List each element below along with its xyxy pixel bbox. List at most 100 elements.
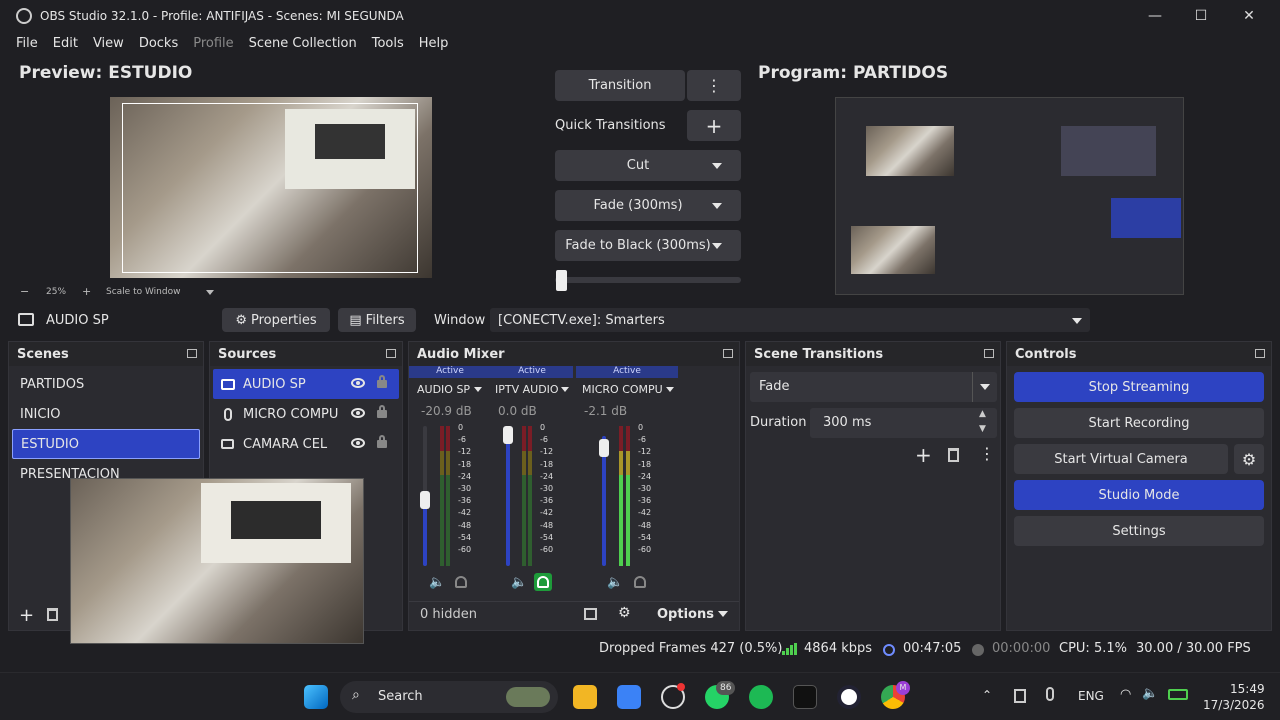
t-bar-handle[interactable]	[556, 270, 567, 291]
speaker-icon[interactable]: 🔈	[429, 575, 445, 590]
lock-icon[interactable]	[377, 405, 387, 418]
lock-icon[interactable]	[377, 435, 387, 448]
search-box[interactable]: ⌕ Search	[340, 681, 558, 713]
eye-icon[interactable]	[351, 438, 365, 448]
chevron-down-icon[interactable]	[206, 290, 214, 295]
minimize-button[interactable]: —	[1132, 0, 1178, 32]
chevron-up-icon[interactable]: ⌃	[982, 688, 992, 702]
scene-item-inicio[interactable]: INICIO	[12, 399, 200, 429]
filters-button[interactable]: ▤ Filters	[338, 308, 416, 332]
wifi-icon[interactable]: ◠	[1120, 687, 1131, 702]
chevron-down-icon[interactable]	[1072, 318, 1082, 324]
stepper-down-icon[interactable]: ▼	[979, 424, 986, 434]
maximize-button[interactable]: ☐	[1178, 0, 1224, 32]
chevron-down-icon[interactable]	[712, 243, 722, 249]
properties-button[interactable]: ⚙ Properties	[222, 308, 330, 332]
window-capture-icon	[18, 313, 34, 326]
chevron-down-icon[interactable]	[474, 387, 482, 392]
menu-profile[interactable]: Profile	[193, 36, 233, 51]
sources-title: Sources	[218, 346, 277, 362]
add-scene-button[interactable]: +	[19, 605, 34, 626]
stepper-up-icon[interactable]: ▲	[979, 409, 986, 419]
eye-icon[interactable]	[351, 378, 365, 388]
scale-mode-select[interactable]: Scale to Window	[106, 287, 180, 297]
sources-header: Sources	[210, 342, 402, 366]
transition-button[interactable]: Transition	[555, 70, 685, 101]
language-indicator[interactable]: ENG	[1078, 689, 1104, 703]
scene-item-partidos[interactable]: PARTIDOS	[12, 369, 200, 399]
menu-view[interactable]: View	[93, 36, 124, 51]
spotify-icon[interactable]	[749, 685, 773, 709]
preview-canvas[interactable]	[110, 97, 432, 278]
gear-icon[interactable]: ⚙	[618, 605, 631, 621]
undock-icon[interactable]	[187, 349, 197, 358]
chevron-down-icon[interactable]	[718, 611, 728, 617]
add-quick-transition-button[interactable]: +	[687, 110, 741, 141]
trash-icon[interactable]	[948, 448, 959, 462]
menu-tools[interactable]: Tools	[372, 36, 404, 51]
start-recording-button[interactable]: Start Recording	[1014, 408, 1264, 438]
settings-button[interactable]: Settings	[1014, 516, 1264, 546]
apps-icon[interactable]	[617, 685, 641, 709]
stop-streaming-button[interactable]: Stop Streaming	[1014, 372, 1264, 402]
conectv-icon[interactable]	[793, 685, 817, 709]
chevron-down-icon[interactable]	[980, 384, 990, 390]
duration-input[interactable]: 300 ms	[810, 408, 997, 438]
source-item-micro-compu[interactable]: MICRO COMPU	[213, 399, 399, 429]
menu-docks[interactable]: Docks	[139, 36, 178, 51]
speaker-icon[interactable]: 🔈	[511, 575, 527, 590]
chevron-down-icon[interactable]	[666, 387, 674, 392]
transition-select[interactable]: Fade	[750, 372, 997, 402]
headphones-icon[interactable]	[634, 576, 646, 588]
file-explorer-icon[interactable]	[573, 685, 597, 709]
chevron-down-icon[interactable]	[712, 163, 722, 169]
source-item-camara-cel[interactable]: CAMARA CEL	[213, 429, 399, 459]
options-button[interactable]: Options	[657, 607, 714, 622]
start-virtual-camera-button[interactable]: Start Virtual Camera	[1014, 444, 1228, 474]
undock-icon[interactable]	[723, 349, 733, 358]
more-options-icon[interactable]: ⋮	[687, 70, 741, 101]
headphones-icon[interactable]	[455, 576, 467, 588]
lock-icon[interactable]	[377, 375, 387, 388]
undock-icon[interactable]	[984, 349, 994, 358]
gear-icon[interactable]: ⚙	[1234, 444, 1264, 474]
clock-time[interactable]: 15:49	[1230, 682, 1265, 696]
hidden-count: 0 hidden	[420, 607, 477, 622]
menu-help[interactable]: Help	[419, 36, 449, 51]
undock-icon[interactable]	[386, 349, 396, 358]
source-item-audio-sp[interactable]: AUDIO SP	[213, 369, 399, 399]
windows-start-icon[interactable]	[304, 685, 328, 709]
menu-edit[interactable]: Edit	[53, 36, 78, 51]
battery-icon[interactable]	[1168, 689, 1188, 700]
chevron-down-icon[interactable]	[712, 203, 722, 209]
close-button[interactable]: ✕	[1226, 0, 1272, 32]
scene-item-estudio[interactable]: ESTUDIO	[12, 429, 200, 459]
app-icon[interactable]	[837, 685, 861, 709]
t-bar-track[interactable]	[555, 277, 741, 283]
layout-icon[interactable]	[584, 608, 597, 620]
add-transition-button[interactable]: +	[915, 443, 932, 467]
volume-slider-knob[interactable]	[420, 491, 430, 509]
tray-app-icon[interactable]	[1014, 689, 1026, 703]
menu-scene-collection[interactable]: Scene Collection	[249, 36, 357, 51]
zoom-in-button[interactable]: +	[82, 285, 91, 298]
volume-slider-track[interactable]	[506, 426, 510, 566]
cut-label: Cut	[626, 158, 650, 173]
volume-slider-knob[interactable]	[599, 439, 609, 457]
window-select[interactable]: [CONECTV.exe]: Smarters	[490, 308, 1090, 332]
clock-date[interactable]: 17/3/2026	[1203, 698, 1265, 712]
chevron-down-icon[interactable]	[561, 387, 569, 392]
speaker-icon[interactable]: 🔈	[607, 575, 623, 590]
projector-window[interactable]	[70, 478, 364, 644]
volume-icon[interactable]: 🔈	[1142, 686, 1158, 701]
headphones-monitor-active-icon[interactable]	[534, 573, 552, 591]
undock-icon[interactable]	[1255, 349, 1265, 358]
trash-icon[interactable]	[47, 608, 58, 621]
studio-mode-button[interactable]: Studio Mode	[1014, 480, 1264, 510]
more-options-icon[interactable]: ⋮	[979, 444, 995, 463]
menu-file[interactable]: File	[16, 36, 38, 51]
zoom-out-button[interactable]: −	[20, 285, 29, 298]
volume-slider-knob[interactable]	[503, 426, 513, 444]
microphone-icon[interactable]	[1046, 687, 1054, 701]
eye-icon[interactable]	[351, 408, 365, 418]
